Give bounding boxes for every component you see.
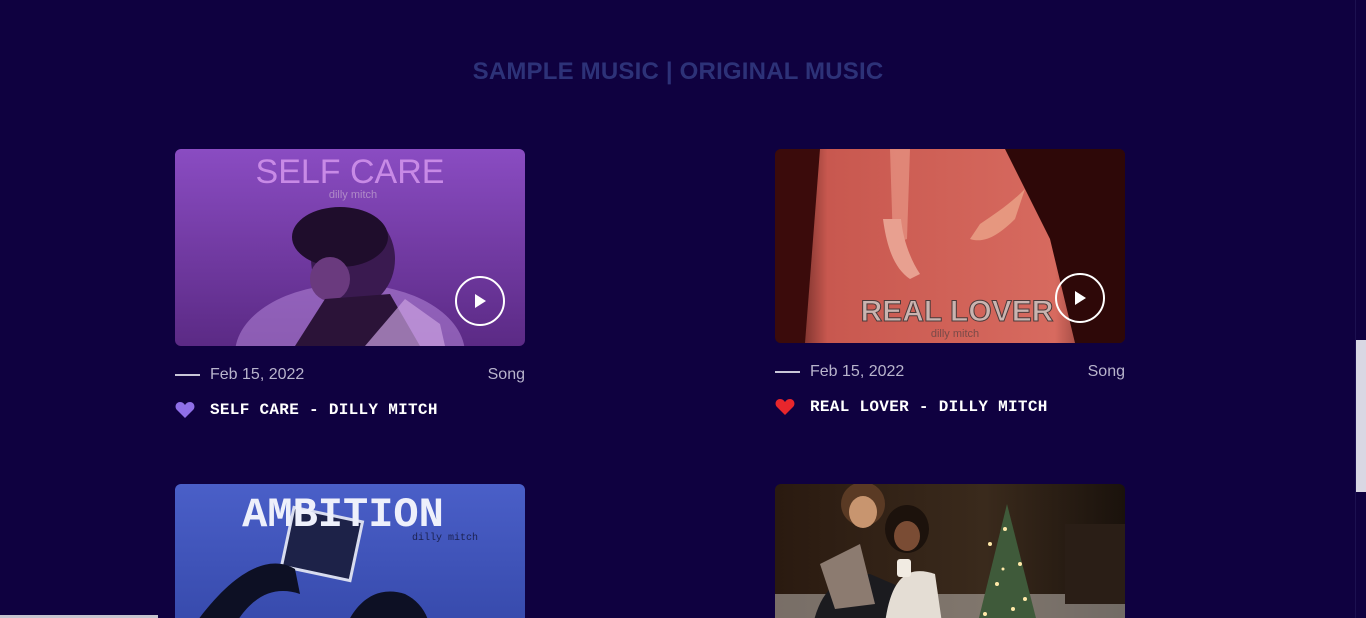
song-title[interactable]: SELF CARE - DILLY MITCH: [210, 401, 438, 419]
post-date: Feb 15, 2022: [810, 363, 905, 380]
cover-title-real-lover: REAL LOVER: [861, 295, 1054, 328]
play-icon: [1075, 291, 1086, 305]
red-heart-icon: [775, 398, 795, 415]
card-meta-self-care: Feb 15, 2022 Song: [175, 366, 525, 384]
play-button-self-care[interactable]: [455, 276, 505, 326]
cover-artist-ambition: dilly mitch: [412, 532, 478, 544]
cover-image-self-care[interactable]: SELF CARE dilly mitch: [175, 149, 525, 346]
cover-image-ambition[interactable]: AMBITION dilly mitch: [175, 484, 525, 618]
page: SAMPLE MUSIC | ORIGINAL MUSIC SELF CARE: [0, 0, 1366, 618]
song-title-row-self-care[interactable]: SELF CARE - DILLY MITCH: [175, 401, 525, 419]
post-category[interactable]: Song: [488, 366, 525, 384]
dash-divider: [175, 374, 200, 376]
song-title[interactable]: REAL LOVER - DILLY MITCH: [810, 398, 1048, 416]
cover-artist-self-care: dilly mitch: [329, 189, 377, 201]
post-category[interactable]: Song: [1088, 363, 1125, 381]
scrollbar-track[interactable]: [1355, 0, 1366, 618]
post-date: Feb 15, 2022: [210, 366, 305, 383]
music-card-real-lover: REAL LOVER dilly mitch Feb 15, 2022 Song…: [775, 149, 1125, 416]
music-card-ambition: AMBITION dilly mitch: [175, 484, 525, 618]
song-title-row-real-lover[interactable]: REAL LOVER - DILLY MITCH: [775, 398, 1125, 416]
dash-divider: [775, 371, 800, 373]
cover-title-ambition: AMBITION: [242, 491, 444, 539]
cover-image-real-lover[interactable]: REAL LOVER dilly mitch: [775, 149, 1125, 343]
play-icon: [475, 294, 486, 308]
music-card-self-care: SELF CARE dilly mitch Feb 15, 2022 Song …: [175, 149, 525, 419]
cover-title-self-care: SELF CARE: [256, 153, 445, 191]
music-card-4: [775, 484, 1125, 618]
section-title: SAMPLE MUSIC | ORIGINAL MUSIC: [472, 58, 884, 85]
purple-heart-icon: [175, 401, 195, 418]
scrollbar-thumb[interactable]: [1356, 340, 1366, 492]
cover-image-4[interactable]: [775, 484, 1125, 618]
play-button-real-lover[interactable]: [1055, 273, 1105, 323]
cover-artist-real-lover: dilly mitch: [931, 328, 979, 340]
card-meta-real-lover: Feb 15, 2022 Song: [775, 363, 1125, 381]
